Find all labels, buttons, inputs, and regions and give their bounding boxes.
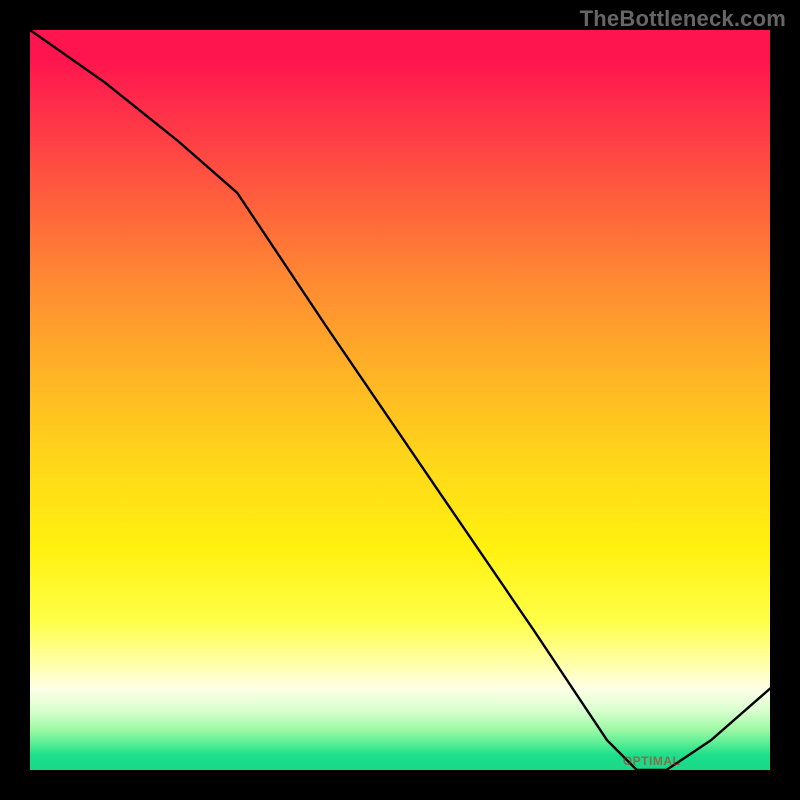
attribution-text: TheBottleneck.com — [580, 6, 786, 32]
optimal-label: OPTIMAL — [623, 754, 681, 768]
plot-area: OPTIMAL — [30, 30, 770, 770]
chart-frame: TheBottleneck.com OPTIMAL — [0, 0, 800, 800]
bottleneck-curve — [30, 30, 770, 770]
